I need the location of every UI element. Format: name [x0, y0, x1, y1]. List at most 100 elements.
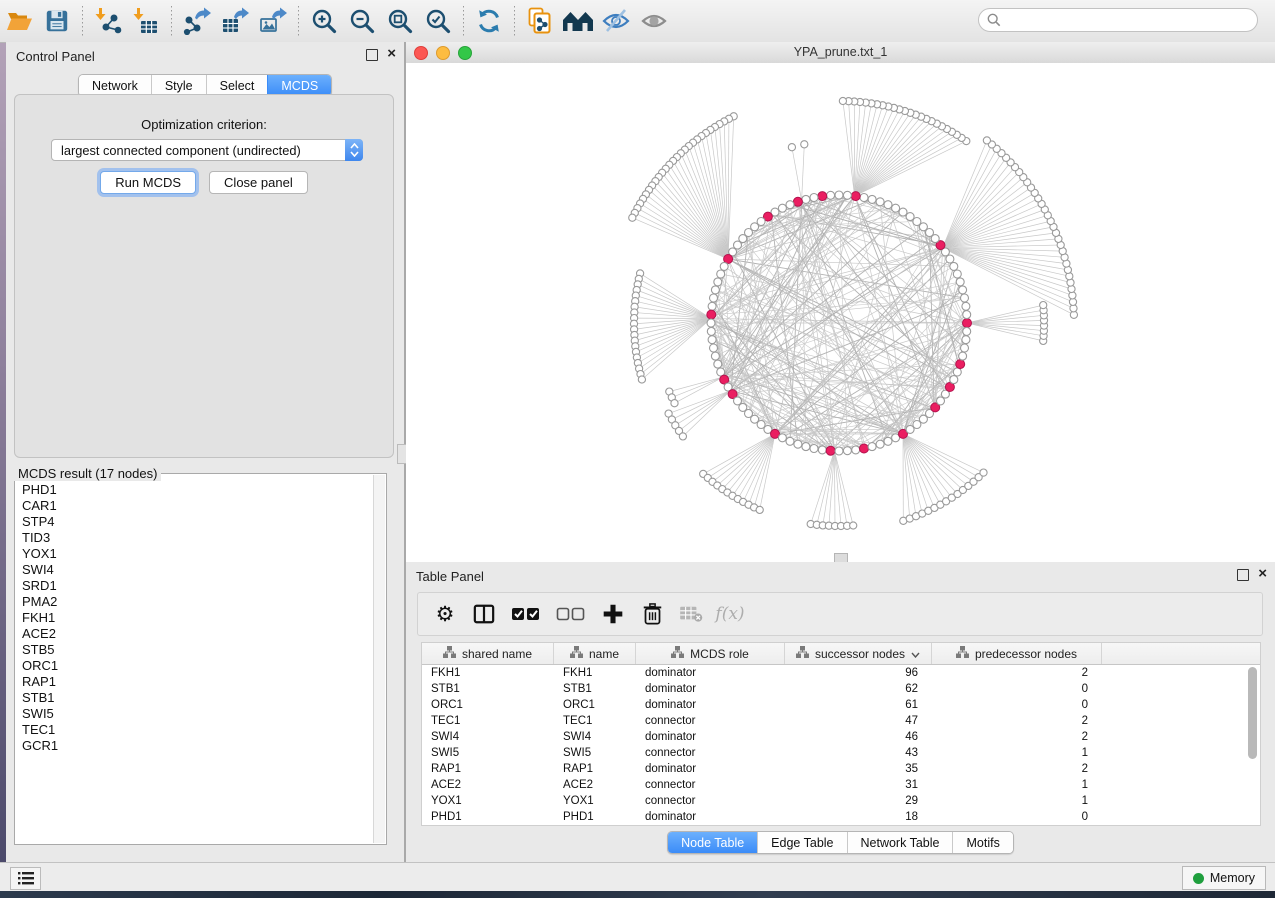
graph-node[interactable] — [963, 327, 971, 335]
graph-node[interactable] — [868, 195, 876, 203]
mcds-result-item[interactable]: SWI5 — [19, 706, 374, 722]
graph-node[interactable] — [629, 214, 636, 221]
mcds-result-item[interactable]: SRD1 — [19, 578, 374, 594]
graph-node[interactable] — [827, 191, 835, 199]
mcds-result-item[interactable]: TEC1 — [19, 722, 374, 738]
graph-node[interactable] — [956, 278, 964, 286]
tab-node-table[interactable]: Node Table — [668, 832, 757, 853]
graph-node[interactable] — [850, 522, 857, 529]
graph-hub-node[interactable] — [707, 310, 716, 319]
graph-node[interactable] — [835, 447, 843, 455]
graph-node[interactable] — [983, 137, 990, 144]
graph-node[interactable] — [711, 286, 719, 294]
graph-hub-node[interactable] — [851, 192, 860, 201]
graph-node[interactable] — [756, 506, 763, 513]
table-row[interactable]: ACE2ACE2connector311 — [422, 777, 1260, 793]
refresh-button[interactable] — [470, 4, 508, 38]
tab-style[interactable]: Style — [151, 75, 206, 96]
column-header-predecessor-nodes[interactable]: predecessor nodes — [932, 643, 1102, 664]
mcds-result-item[interactable]: STB1 — [19, 690, 374, 706]
criterion-select[interactable]: largest connected component (undirected) — [51, 139, 363, 161]
graph-hub-node[interactable] — [963, 319, 972, 328]
table-row[interactable]: STB1STB1dominator620 — [422, 681, 1260, 697]
graph-node[interactable] — [707, 327, 715, 335]
mcds-result-item[interactable]: STB5 — [19, 642, 374, 658]
graph-node[interactable] — [810, 445, 818, 453]
graph-node[interactable] — [710, 294, 718, 302]
table-row[interactable]: PHD1PHD1dominator180 — [422, 809, 1260, 825]
column-header-MCDS-role[interactable]: MCDS role — [636, 643, 785, 664]
table-row[interactable]: RAP1RAP1dominator352 — [422, 761, 1260, 777]
graph-node[interactable] — [961, 344, 969, 352]
graph-node[interactable] — [959, 352, 967, 360]
graph-node[interactable] — [860, 194, 868, 202]
mcds-result-item[interactable]: RAP1 — [19, 674, 374, 690]
mcds-result-item[interactable]: STP4 — [19, 514, 374, 530]
table-row[interactable]: SWI5SWI5connector431 — [422, 745, 1260, 761]
task-history-button[interactable] — [10, 867, 41, 890]
graph-node[interactable] — [778, 204, 786, 212]
graph-node[interactable] — [802, 195, 810, 203]
export-table-button[interactable] — [216, 4, 254, 38]
graph-node[interactable] — [906, 213, 914, 221]
run-mcds-button[interactable]: Run MCDS — [100, 171, 196, 194]
graph-node[interactable] — [899, 208, 907, 216]
graph-hub-node[interactable] — [793, 197, 802, 206]
graph-node[interactable] — [707, 319, 715, 327]
graph-node[interactable] — [802, 443, 810, 451]
delete-column-button[interactable] — [637, 599, 667, 629]
clone-network-button[interactable] — [521, 4, 559, 38]
column-header-shared-name[interactable]: shared name — [422, 643, 554, 664]
table-scrollbar[interactable] — [1248, 667, 1257, 817]
tab-edge-table[interactable]: Edge Table — [757, 832, 846, 853]
network-canvas[interactable] — [406, 63, 1275, 562]
tab-select[interactable]: Select — [206, 75, 268, 96]
tab-network[interactable]: Network — [79, 75, 151, 96]
graph-node[interactable] — [714, 360, 722, 368]
mcds-result-item[interactable]: CAR1 — [19, 498, 374, 514]
graph-node[interactable] — [876, 198, 884, 206]
table-scrollbar-thumb[interactable] — [1248, 667, 1257, 759]
graph-node[interactable] — [950, 376, 958, 384]
graph-node[interactable] — [953, 368, 961, 376]
graph-node[interactable] — [884, 201, 892, 209]
graph-node[interactable] — [778, 434, 786, 442]
graph-hub-node[interactable] — [956, 360, 965, 369]
graph-node[interactable] — [953, 270, 961, 278]
graph-node[interactable] — [720, 262, 728, 270]
graph-node[interactable] — [980, 469, 987, 476]
graph-node[interactable] — [810, 194, 818, 202]
mcds-result-item[interactable]: ORC1 — [19, 658, 374, 674]
network-graph[interactable] — [406, 63, 1273, 562]
table-row[interactable]: SWI4SWI4dominator462 — [422, 729, 1260, 745]
select-all-columns-button[interactable] — [508, 599, 544, 629]
graph-node[interactable] — [843, 191, 851, 199]
mcds-result-item[interactable]: TID3 — [19, 530, 374, 546]
close-panel-button[interactable]: × — [387, 49, 396, 59]
graph-node[interactable] — [961, 294, 969, 302]
nested-networks-button[interactable] — [559, 4, 597, 38]
zoom-fit-button[interactable] — [381, 4, 419, 38]
graph-node[interactable] — [950, 262, 958, 270]
graph-hub-node[interactable] — [826, 446, 835, 455]
table-row[interactable]: TEC1TEC1connector472 — [422, 713, 1260, 729]
graph-node[interactable] — [946, 255, 954, 263]
graph-node[interactable] — [852, 446, 860, 454]
create-column-button[interactable] — [598, 599, 628, 629]
zoom-in-button[interactable] — [305, 4, 343, 38]
mcds-result-item[interactable]: FKH1 — [19, 610, 374, 626]
graph-node[interactable] — [671, 400, 678, 407]
tab-motifs[interactable]: Motifs — [952, 832, 1012, 853]
open-file-button[interactable] — [0, 4, 38, 38]
import-table-button[interactable] — [127, 4, 165, 38]
save-session-button[interactable] — [38, 4, 76, 38]
zoom-selected-button[interactable] — [419, 4, 457, 38]
close-table-panel-button[interactable]: × — [1258, 569, 1267, 579]
export-image-button[interactable] — [254, 4, 292, 38]
mcds-result-item[interactable]: PHD1 — [19, 482, 374, 498]
graph-node[interactable] — [835, 191, 843, 199]
table-row[interactable]: YOX1YOX1connector291 — [422, 793, 1260, 809]
show-columns-button[interactable] — [469, 599, 499, 629]
graph-node[interactable] — [843, 447, 851, 455]
graph-node[interactable] — [801, 141, 808, 148]
